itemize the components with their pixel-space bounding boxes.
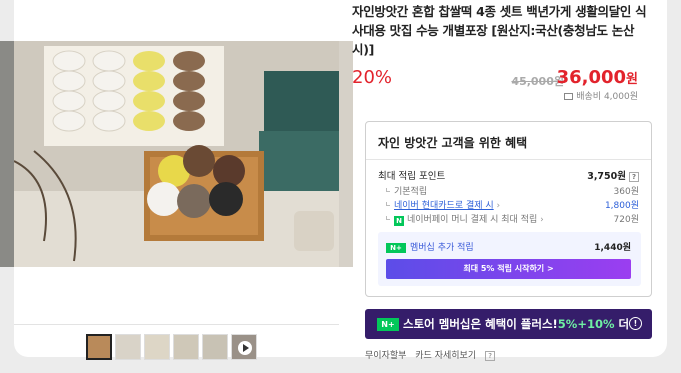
thumbnail-strip [86,334,257,360]
benefit-box: 자인 방앗간 고객을 위한 혜택 최대 적립 포인트 3,750원? 기본적립 … [365,121,652,297]
npay-money-link[interactable]: 네이버페이 머니 결제 시 최대 적립 [407,215,537,225]
branch-icon [386,216,390,220]
product-main-image[interactable] [14,41,353,267]
play-icon [238,341,252,355]
benefit-row-npay: N 네이버페이 머니 결제 시 최대 적립 › 720원 [366,212,651,226]
naver-pay-icon: N [394,216,404,226]
gallery-divider [14,324,339,325]
membership-row: N+ 멤버십 추가 적립 1,440원 [378,232,641,256]
naver-plus-icon: N+ [377,318,399,331]
product-info: 자인방앗간 혼합 찹쌀떡 4종 셋트 백년가게 생활의달인 식사대용 맛집 수능… [352,0,652,102]
benefit-header: 자인 방앗간 고객을 위한 혜택 [366,122,651,160]
benefit-row-basic: 기본적립 360원 [366,184,651,198]
membership-banner[interactable]: N+ 스토어 멤버십은 혜택이 플러스!5%+10% 더 ! [365,309,652,339]
product-title: 자인방앗간 혼합 찹쌀떡 4종 셋트 백년가게 생활의달인 식사대용 맛집 수능… [352,4,647,57]
branch-icon [386,188,390,192]
membership-box: N+ 멤버십 추가 적립 1,440원 최대 5% 적립 시작하기 > [378,232,641,286]
benefit-row-card: 네이버 현대카드로 결제 시 › 1,800원 [366,198,651,212]
thumbnail-video[interactable] [231,334,257,360]
final-price: 36,000원 [556,67,638,88]
thumbnail-2[interactable] [115,334,141,360]
thumbnail-5[interactable] [202,334,228,360]
naver-plus-icon: N+ [386,243,406,253]
branch-icon [386,202,390,206]
installment-row: 무이자할부 카드 자세히보기? [365,348,501,361]
image-overlay-edge [0,41,14,267]
price-row: 20% 45,000원 36,000원 [352,67,652,93]
discount-rate: 20% [352,67,393,88]
info-icon[interactable]: ! [629,317,642,330]
thumbnail-1[interactable] [86,334,112,360]
thumbnail-3[interactable] [144,334,170,360]
truck-icon [564,93,574,100]
membership-start-button[interactable]: 최대 5% 적립 시작하기 > [386,259,631,279]
help-icon[interactable]: ? [485,351,496,361]
installment-label: 무이자할부 [365,351,407,361]
help-icon[interactable]: ? [629,172,639,182]
thumbnail-4[interactable] [173,334,199,360]
hyundai-card-link[interactable]: 네이버 현대카드로 결제 시 [394,201,494,211]
rice-cake-photo [14,41,339,267]
max-points-row: 최대 적립 포인트 3,750원? [366,168,651,184]
card-details-link[interactable]: 카드 자세히보기 [415,351,476,361]
